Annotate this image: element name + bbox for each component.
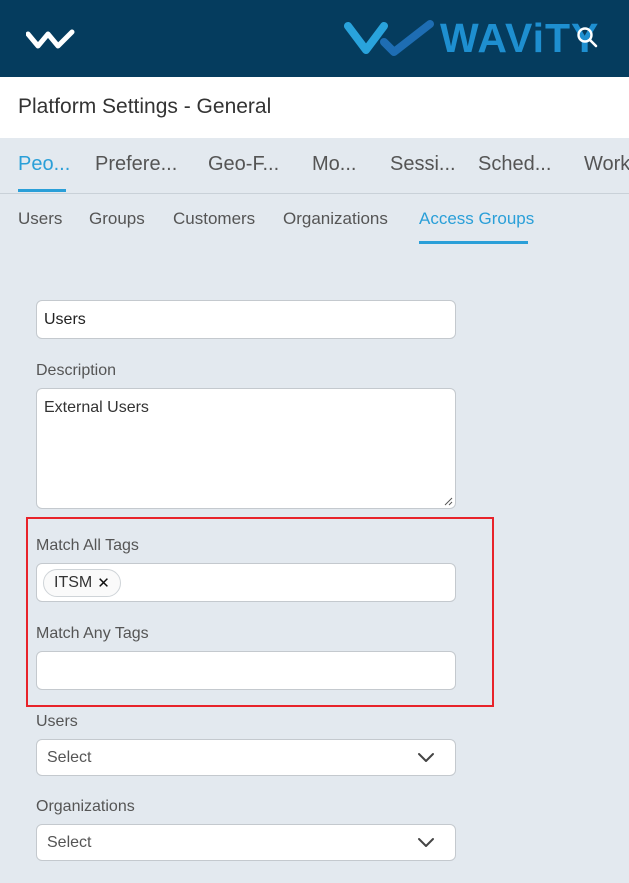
tab-work[interactable]: Work [584, 153, 629, 176]
subtab-groups[interactable]: Groups [89, 209, 145, 229]
resize-handle-icon[interactable] [443, 496, 453, 506]
organizations-label: Organizations [36, 798, 135, 815]
tab-geo-fencing[interactable]: Geo-F... [208, 153, 279, 176]
description-textarea[interactable]: External Users [36, 388, 456, 509]
tab-schedules[interactable]: Sched... [478, 153, 551, 176]
app-header: WAViTY [0, 0, 629, 77]
users-select-value: Select [47, 748, 92, 766]
description-text: External Users [44, 399, 149, 416]
highlight-box [26, 517, 494, 707]
sub-tabs: Users Groups Customers Organizations Acc… [0, 195, 629, 247]
chevron-down-icon [418, 838, 434, 847]
menu-logo-icon[interactable] [26, 28, 76, 50]
tab-sessions[interactable]: Sessi... [390, 153, 456, 176]
subtab-users[interactable]: Users [18, 209, 62, 229]
page-title: Platform Settings - General [18, 95, 272, 118]
organizations-select[interactable]: Select [36, 824, 456, 861]
active-subtab-indicator [419, 241, 528, 244]
tab-mo[interactable]: Mo... [312, 153, 356, 176]
active-tab-indicator [18, 189, 66, 192]
brand-logo-icon [344, 20, 434, 56]
group-name-input[interactable]: Users [36, 300, 456, 339]
users-label: Users [36, 713, 78, 730]
description-label: Description [36, 362, 117, 379]
main-tabs: Peo... Prefere... Geo-F... Mo... Sessi..… [0, 138, 629, 194]
organizations-select-value: Select [47, 833, 92, 851]
chevron-down-icon [418, 753, 434, 762]
title-bar: Platform Settings - General [0, 77, 629, 138]
tab-people[interactable]: Peo... [18, 153, 70, 176]
tab-preferences[interactable]: Prefere... [95, 153, 177, 176]
users-select[interactable]: Select [36, 739, 456, 776]
subtab-organizations[interactable]: Organizations [283, 209, 388, 229]
subtab-access-groups[interactable]: Access Groups [419, 209, 534, 229]
subtab-customers[interactable]: Customers [173, 209, 255, 229]
search-icon[interactable] [576, 26, 598, 48]
brand: WAViTY [344, 14, 599, 62]
